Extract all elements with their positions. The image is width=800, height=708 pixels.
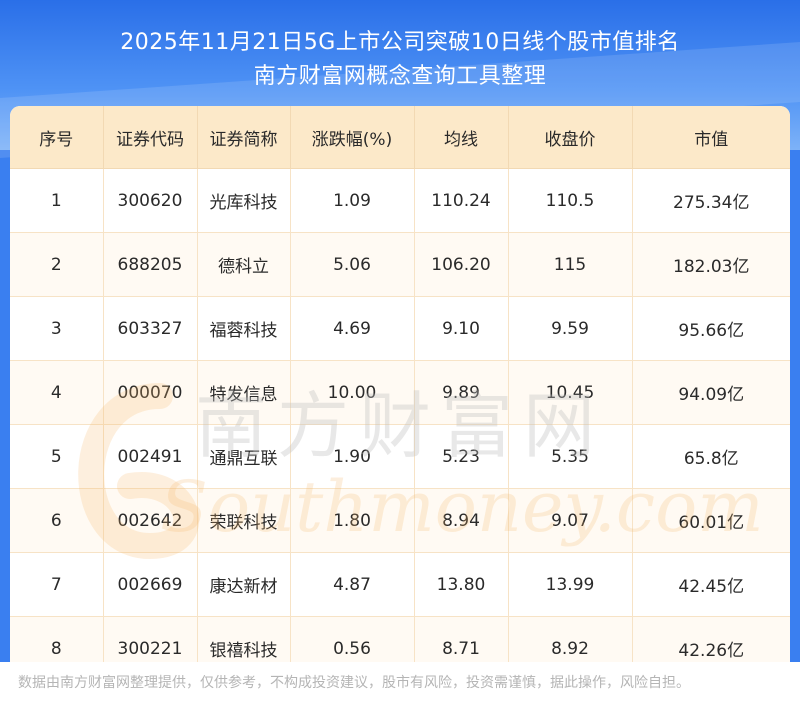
- column-header-market-cap: 市值: [632, 106, 790, 169]
- cell-name: 银禧科技: [197, 616, 291, 662]
- table-header-row: 序号 证券代码 证券简称 涨跌幅(%) 均线 收盘价 市值: [10, 106, 790, 169]
- cell-market-cap: 94.09亿: [632, 360, 790, 425]
- cell-ma: 110.24: [414, 168, 509, 233]
- cell-close: 115: [508, 232, 633, 297]
- cell-change: 1.80: [290, 488, 415, 553]
- cell-code: 603327: [103, 296, 198, 361]
- cell-market-cap: 65.8亿: [632, 424, 790, 489]
- table-row: 2 688205 德科立 5.06 106.20 115 182.03亿: [10, 232, 790, 297]
- table-row: 3 603327 福蓉科技 4.69 9.10 9.59 95.66亿: [10, 296, 790, 361]
- cell-index: 7: [10, 552, 104, 617]
- cell-code: 002642: [103, 488, 198, 553]
- cell-index: 6: [10, 488, 104, 553]
- cell-index: 1: [10, 168, 104, 233]
- cell-name: 德科立: [197, 232, 291, 297]
- column-header-change: 涨跌幅(%): [290, 106, 415, 169]
- cell-change: 1.90: [290, 424, 415, 489]
- cell-market-cap: 95.66亿: [632, 296, 790, 361]
- cell-market-cap: 275.34亿: [632, 168, 790, 233]
- cell-index: 8: [10, 616, 104, 662]
- cell-code: 300620: [103, 168, 198, 233]
- cell-change: 1.09: [290, 168, 415, 233]
- cell-ma: 5.23: [414, 424, 509, 489]
- cell-market-cap: 182.03亿: [632, 232, 790, 297]
- column-header-close: 收盘价: [508, 106, 633, 169]
- cell-code: 688205: [103, 232, 198, 297]
- table-row: 5 002491 通鼎互联 1.90 5.23 5.35 65.8亿: [10, 424, 790, 489]
- cell-ma: 8.71: [414, 616, 509, 662]
- cell-market-cap: 42.26亿: [632, 616, 790, 662]
- cell-change: 0.56: [290, 616, 415, 662]
- cell-index: 4: [10, 360, 104, 425]
- table-card: 序号 证券代码 证券简称 涨跌幅(%) 均线 收盘价 市值 1 300620 光…: [10, 106, 790, 662]
- cell-ma: 8.94: [414, 488, 509, 553]
- table-row: 1 300620 光库科技 1.09 110.24 110.5 275.34亿: [10, 168, 790, 233]
- cell-market-cap: 42.45亿: [632, 552, 790, 617]
- cell-code: 002491: [103, 424, 198, 489]
- disclaimer-text: 数据由南方财富网整理提供，仅供参考，不构成投资建议，股市有风险，投资需谨慎，据此…: [18, 675, 690, 691]
- cell-ma: 9.10: [414, 296, 509, 361]
- cell-name: 福蓉科技: [197, 296, 291, 361]
- cell-close: 8.92: [508, 616, 633, 662]
- cell-close: 10.45: [508, 360, 633, 425]
- cell-name: 荣联科技: [197, 488, 291, 553]
- cell-close: 9.07: [508, 488, 633, 553]
- table-row: 8 300221 银禧科技 0.56 8.71 8.92 42.26亿: [10, 616, 790, 662]
- cell-ma: 106.20: [414, 232, 509, 297]
- cell-ma: 13.80: [414, 552, 509, 617]
- cell-close: 13.99: [508, 552, 633, 617]
- footer: 数据由南方财富网整理提供，仅供参考，不构成投资建议，股市有风险，投资需谨慎，据此…: [0, 662, 800, 708]
- cell-code: 002669: [103, 552, 198, 617]
- stock-ranking-table: 序号 证券代码 证券简称 涨跌幅(%) 均线 收盘价 市值 1 300620 光…: [10, 106, 790, 662]
- column-header-code: 证券代码: [103, 106, 198, 169]
- cell-index: 5: [10, 424, 104, 489]
- column-header-index: 序号: [10, 106, 104, 169]
- cell-name: 通鼎互联: [197, 424, 291, 489]
- cell-index: 2: [10, 232, 104, 297]
- page-subtitle: 南方财富网概念查询工具整理: [253, 64, 547, 89]
- cell-change: 4.87: [290, 552, 415, 617]
- cell-change: 5.06: [290, 232, 415, 297]
- cell-close: 5.35: [508, 424, 633, 489]
- cell-change: 10.00: [290, 360, 415, 425]
- column-header-name: 证券简称: [197, 106, 291, 169]
- page-title: 2025年11月21日5G上市公司突破10日线个股市值排名: [120, 30, 680, 55]
- cell-change: 4.69: [290, 296, 415, 361]
- cell-code: 300221: [103, 616, 198, 662]
- cell-market-cap: 60.01亿: [632, 488, 790, 553]
- table-row: 7 002669 康达新材 4.87 13.80 13.99 42.45亿: [10, 552, 790, 617]
- cell-ma: 9.89: [414, 360, 509, 425]
- cell-close: 110.5: [508, 168, 633, 233]
- cell-name: 康达新材: [197, 552, 291, 617]
- cell-close: 9.59: [508, 296, 633, 361]
- table-row: 4 000070 特发信息 10.00 9.89 10.45 94.09亿: [10, 360, 790, 425]
- table-row: 6 002642 荣联科技 1.80 8.94 9.07 60.01亿: [10, 488, 790, 553]
- cell-index: 3: [10, 296, 104, 361]
- cell-name: 特发信息: [197, 360, 291, 425]
- column-header-ma: 均线: [414, 106, 509, 169]
- cell-name: 光库科技: [197, 168, 291, 233]
- cell-code: 000070: [103, 360, 198, 425]
